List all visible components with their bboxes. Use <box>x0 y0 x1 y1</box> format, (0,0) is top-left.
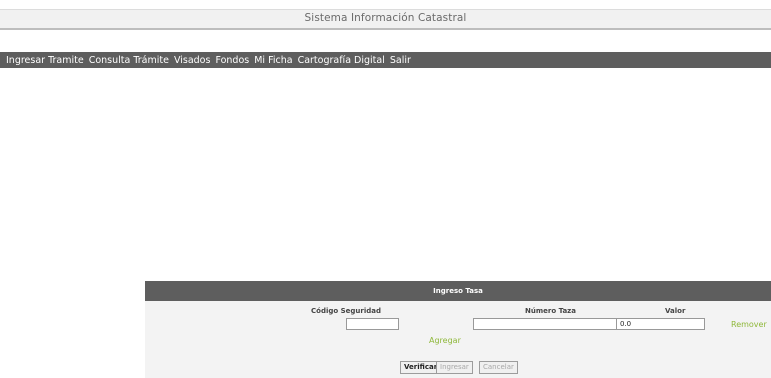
verify-button[interactable]: Verificar <box>400 361 442 374</box>
cancel-button[interactable]: Cancelar <box>479 361 518 374</box>
menu-item-consulta-tramite[interactable]: Consulta Trámite <box>89 55 169 66</box>
valor-label: Valor <box>665 307 686 315</box>
submit-button[interactable]: Ingresar <box>436 361 473 374</box>
menu-item-visados[interactable]: Visados <box>174 55 211 66</box>
codigo-seguridad-label: Código Seguridad <box>311 307 381 315</box>
menu-item-salir[interactable]: Salir <box>390 55 411 66</box>
main-menu: Ingresar Tramite Consulta Trámite Visado… <box>0 52 771 68</box>
app-header: Sistema Información Catastral <box>0 9 771 30</box>
remove-row-link[interactable]: Remover <box>731 320 767 329</box>
numero-taza-label: Número Taza <box>525 307 576 315</box>
menu-item-fondos[interactable]: Fondos <box>215 55 249 66</box>
ingreso-tasa-panel: Ingreso Tasa Código Seguridad Número Taz… <box>145 281 771 378</box>
panel-title: Ingreso Tasa <box>145 281 771 301</box>
app-title: Sistema Información Catastral <box>304 12 467 24</box>
codigo-seguridad-input[interactable] <box>346 318 399 330</box>
add-row-link[interactable]: Agregar <box>429 336 461 345</box>
valor-input[interactable] <box>616 318 705 330</box>
menu-item-cartografia-digital[interactable]: Cartografía Digital <box>298 55 385 66</box>
numero-taza-input[interactable] <box>473 318 630 330</box>
menu-item-mi-ficha[interactable]: Mi Ficha <box>254 55 292 66</box>
menu-item-ingresar-tramite[interactable]: Ingresar Tramite <box>6 55 84 66</box>
